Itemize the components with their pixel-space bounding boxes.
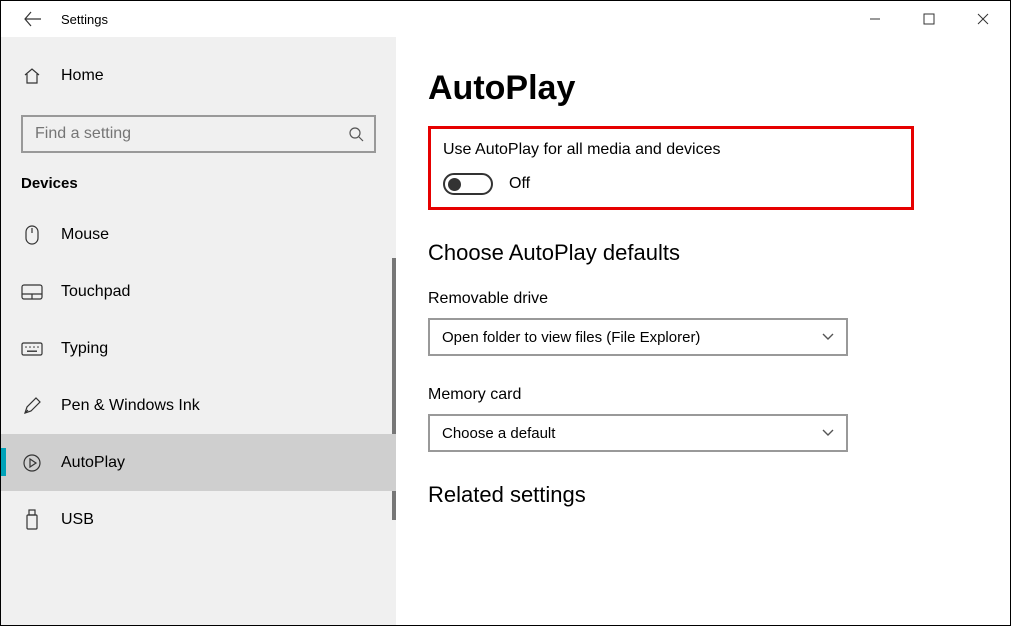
close-icon bbox=[977, 13, 989, 25]
minimize-button[interactable] bbox=[848, 1, 902, 37]
sidebar: Home Devices Mouse Touchpad Typing bbox=[1, 37, 396, 625]
nav-list: Mouse Touchpad Typing Pen & Windows Ink … bbox=[1, 206, 396, 625]
autoplay-icon bbox=[21, 452, 43, 474]
sidebar-item-autoplay[interactable]: AutoPlay bbox=[1, 434, 396, 491]
search-input[interactable] bbox=[23, 125, 338, 143]
dropdown-value: Open folder to view files (File Explorer… bbox=[442, 329, 700, 346]
touchpad-icon bbox=[21, 281, 43, 303]
sidebar-item-label: Pen & Windows Ink bbox=[61, 397, 200, 415]
selection-accent bbox=[1, 448, 6, 476]
close-button[interactable] bbox=[956, 1, 1010, 37]
toggle-state-label: Off bbox=[509, 175, 530, 193]
chevron-down-icon bbox=[822, 429, 834, 437]
maximize-icon bbox=[923, 13, 935, 25]
maximize-button[interactable] bbox=[902, 1, 956, 37]
removable-drive-dropdown[interactable]: Open folder to view files (File Explorer… bbox=[428, 318, 848, 356]
search-box[interactable] bbox=[21, 115, 376, 153]
sidebar-item-pen[interactable]: Pen & Windows Ink bbox=[1, 377, 396, 434]
back-button[interactable] bbox=[13, 1, 53, 37]
memory-card-label: Memory card bbox=[428, 386, 978, 404]
sidebar-item-mouse[interactable]: Mouse bbox=[1, 206, 396, 263]
main-content: AutoPlay Use AutoPlay for all media and … bbox=[396, 37, 1010, 625]
home-icon bbox=[21, 65, 43, 87]
toggle-caption: Use AutoPlay for all media and devices bbox=[443, 141, 899, 159]
minimize-icon bbox=[869, 13, 881, 25]
arrow-left-icon bbox=[24, 10, 42, 28]
sidebar-item-label: Touchpad bbox=[61, 283, 130, 301]
keyboard-icon bbox=[21, 338, 43, 360]
highlighted-setting: Use AutoPlay for all media and devices O… bbox=[428, 126, 914, 210]
sidebar-item-label: Typing bbox=[61, 340, 108, 358]
page-title: AutoPlay bbox=[428, 69, 978, 108]
sidebar-home-label: Home bbox=[61, 67, 104, 85]
window-controls bbox=[848, 1, 1010, 37]
sidebar-home[interactable]: Home bbox=[1, 55, 396, 97]
window-title: Settings bbox=[61, 12, 848, 27]
toggle-row: Off bbox=[443, 173, 899, 195]
toggle-knob bbox=[448, 178, 461, 191]
sidebar-item-label: Mouse bbox=[61, 226, 109, 244]
usb-icon bbox=[21, 509, 43, 531]
search-icon bbox=[338, 126, 374, 142]
sidebar-item-label: USB bbox=[61, 511, 94, 529]
dropdown-value: Choose a default bbox=[442, 425, 555, 442]
autoplay-toggle[interactable] bbox=[443, 173, 493, 195]
titlebar: Settings bbox=[1, 1, 1010, 37]
chevron-down-icon bbox=[822, 333, 834, 341]
removable-drive-label: Removable drive bbox=[428, 290, 978, 308]
section-heading-related: Related settings bbox=[428, 482, 978, 508]
sidebar-item-usb[interactable]: USB bbox=[1, 491, 396, 548]
sidebar-heading: Devices bbox=[1, 175, 396, 206]
sidebar-item-touchpad[interactable]: Touchpad bbox=[1, 263, 396, 320]
pen-icon bbox=[21, 395, 43, 417]
sidebar-item-typing[interactable]: Typing bbox=[1, 320, 396, 377]
mouse-icon bbox=[21, 224, 43, 246]
section-heading-defaults: Choose AutoPlay defaults bbox=[428, 240, 978, 266]
sidebar-item-label: AutoPlay bbox=[61, 454, 125, 472]
memory-card-dropdown[interactable]: Choose a default bbox=[428, 414, 848, 452]
